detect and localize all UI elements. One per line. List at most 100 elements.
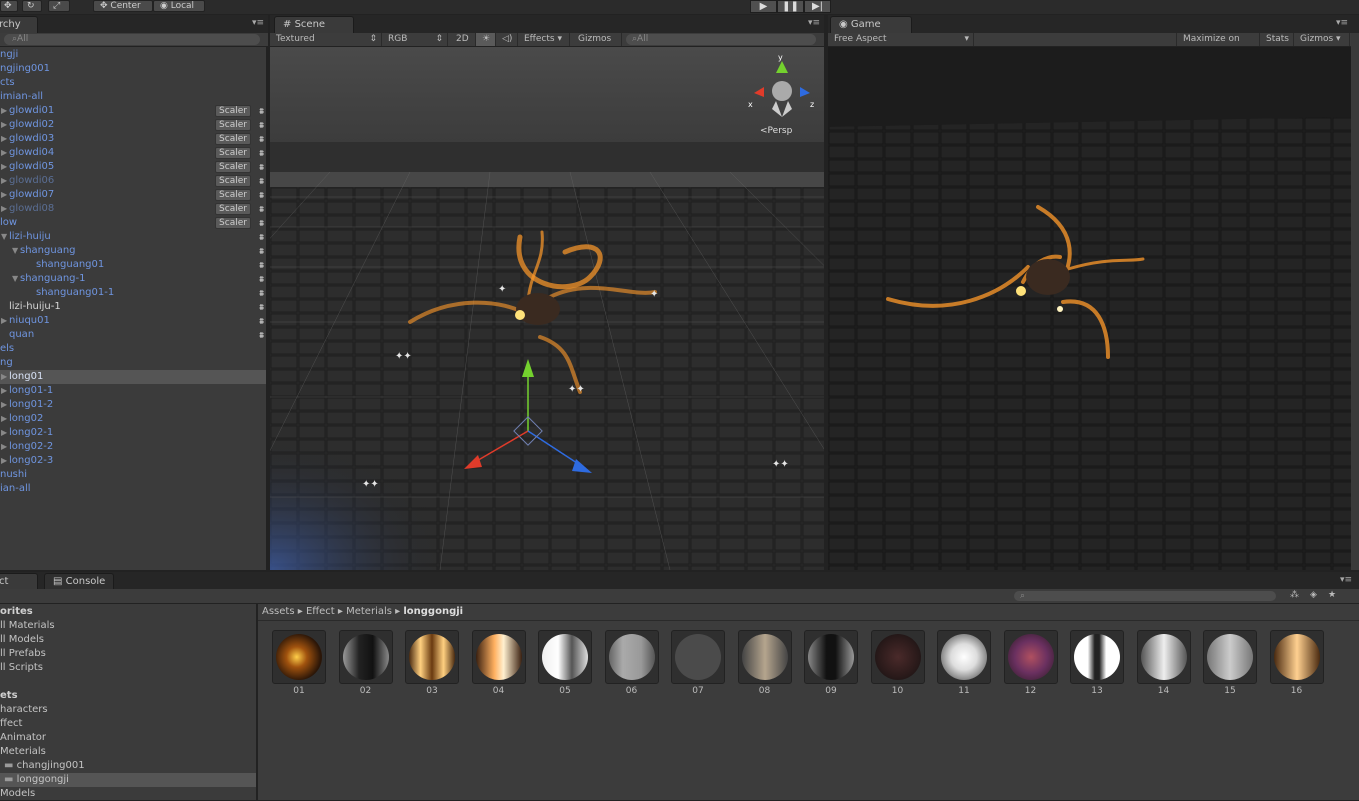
hierarchy-row[interactable]: ngjing001 xyxy=(0,62,266,76)
tab-console[interactable]: ▤ Console xyxy=(44,573,114,590)
scaler-button[interactable]: Scaler xyxy=(215,105,251,117)
hierarchy-row[interactable]: shanguang01 ⩩ xyxy=(0,258,266,272)
hierarchy-row[interactable]: els xyxy=(0,342,266,356)
expand-right-icon[interactable]: ▶ xyxy=(1,370,9,384)
toggle-2d-button[interactable]: 2D xyxy=(450,33,476,46)
expand-right-icon[interactable]: ▶ xyxy=(1,104,9,118)
hierarchy-row[interactable]: ▶ long01 xyxy=(0,370,266,384)
tab-game[interactable]: ◉ Game xyxy=(830,16,912,33)
hierarchy-row[interactable]: quan ⩩ xyxy=(0,328,266,342)
scaler-button[interactable]: Scaler xyxy=(215,175,251,187)
scaler-button[interactable]: Scaler xyxy=(215,133,251,145)
hierarchy-row[interactable]: ▶ long02-3 xyxy=(0,454,266,468)
asset-thumbnail[interactable] xyxy=(338,630,393,684)
scene-menu-icon[interactable]: ▾≡ xyxy=(808,18,820,28)
hierarchy-row[interactable]: ▶ niuqu01 ⩩ xyxy=(0,314,266,328)
rotate-tool-button[interactable]: ↻ xyxy=(22,0,42,12)
hierarchy-row[interactable]: ▼ shanguang-1 ⩩ xyxy=(0,272,266,286)
project-tree-item[interactable]: ll Prefabs xyxy=(0,647,256,661)
expand-right-icon[interactable]: ▶ xyxy=(1,118,9,132)
asset-thumbnail[interactable] xyxy=(1136,630,1191,684)
expand-right-icon[interactable]: ▶ xyxy=(1,440,9,454)
scene-view[interactable]: ✦ ✦ ✦✦ ✦✦ ✦✦ ✦✦ y x z <Persp xyxy=(270,47,824,570)
filter-type-icon[interactable]: ⁂ xyxy=(1290,590,1299,600)
hierarchy-row[interactable]: ▶ glowdi01 Scaler ⩩ xyxy=(0,104,266,118)
expand-right-icon[interactable]: ▶ xyxy=(1,384,9,398)
persp-toggle[interactable]: <Persp xyxy=(760,126,792,136)
maximize-on-play-toggle[interactable]: Maximize on Play xyxy=(1176,33,1260,57)
expand-right-icon[interactable]: ▶ xyxy=(1,314,9,328)
project-tree-item[interactable]: haracters xyxy=(0,703,256,717)
game-view[interactable] xyxy=(828,47,1351,570)
space-local-button[interactable]: ◉ Local xyxy=(153,0,205,12)
asset-thumbnail[interactable] xyxy=(604,630,659,684)
expand-right-icon[interactable]: ▶ xyxy=(1,174,9,188)
project-tree-item[interactable]: ll Scripts xyxy=(0,661,256,675)
expand-right-icon[interactable]: ▶ xyxy=(1,398,9,412)
scene-search-input[interactable]: ⌕All xyxy=(626,34,816,45)
hierarchy-row[interactable]: ▼ lizi-huiju ⩩ xyxy=(0,230,266,244)
breadcrumb-current[interactable]: longgongji xyxy=(403,606,463,617)
expand-right-icon[interactable]: ▶ xyxy=(1,202,9,216)
hierarchy-row[interactable]: cts xyxy=(0,76,266,90)
audio-toggle[interactable]: ◁) xyxy=(496,33,518,46)
hierarchy-row[interactable]: ng xyxy=(0,356,266,370)
expand-down-icon[interactable]: ▼ xyxy=(12,244,20,258)
asset-thumbnail[interactable] xyxy=(1003,630,1058,684)
hierarchy-row[interactable]: ▶ glowdi04 Scaler ⩩ xyxy=(0,146,266,160)
asset-thumbnail[interactable] xyxy=(937,630,991,684)
scene-gizmos-dropdown[interactable]: Gizmos ▾ xyxy=(572,33,622,57)
hierarchy-search-input[interactable]: ⌕All xyxy=(4,34,260,45)
project-tree-item[interactable]: Animator xyxy=(0,731,256,745)
asset-thumbnail[interactable] xyxy=(671,630,725,684)
stats-toggle[interactable]: Stats xyxy=(1260,33,1294,46)
tab-project[interactable]: ct xyxy=(0,573,38,590)
hierarchy-row[interactable]: ▶ glowdi07 Scaler ⩩ xyxy=(0,188,266,202)
expand-right-icon[interactable]: ▶ xyxy=(1,160,9,174)
asset-thumbnail[interactable] xyxy=(405,630,459,684)
favorite-star-icon[interactable]: ★ xyxy=(1328,590,1336,600)
scale-tool-button[interactable]: ⤢ xyxy=(48,0,70,12)
step-button[interactable]: ▶| xyxy=(804,0,831,13)
hierarchy-row[interactable]: ian-all xyxy=(0,482,266,496)
scaler-button[interactable]: Scaler xyxy=(215,161,251,173)
asset-thumbnail[interactable] xyxy=(1269,630,1324,684)
play-button[interactable]: ▶ xyxy=(750,0,777,13)
asset-thumbnail[interactable] xyxy=(804,630,858,684)
expand-right-icon[interactable]: ▶ xyxy=(1,454,9,468)
asset-thumbnail[interactable] xyxy=(1070,630,1124,684)
scene-viewport[interactable]: ✦ ✦✦✦ ✦✦✦✦✦✦ y x z xyxy=(270,47,824,570)
game-gizmos-dropdown[interactable]: Gizmos ▾ xyxy=(1294,33,1350,46)
expand-down-icon[interactable]: ▼ xyxy=(1,230,9,244)
asset-thumbnail[interactable] xyxy=(870,630,925,684)
hierarchy-row[interactable]: ▶ long01-1 xyxy=(0,384,266,398)
breadcrumb-item[interactable]: Meterials xyxy=(346,606,392,617)
hierarchy-row[interactable]: ▶ glowdi05 Scaler ⩩ xyxy=(0,160,266,174)
project-tree-item[interactable] xyxy=(0,675,256,689)
expand-right-icon[interactable]: ▶ xyxy=(1,426,9,440)
game-menu-icon[interactable]: ▾≡ xyxy=(1336,18,1348,28)
lighting-toggle[interactable]: ☀ xyxy=(476,33,496,46)
tab-hierarchy[interactable]: rchy xyxy=(0,16,38,33)
aspect-dropdown[interactable]: Free Aspect ▾ xyxy=(828,33,974,46)
tab-scene[interactable]: # Scene xyxy=(274,16,354,33)
project-menu-icon[interactable]: ▾≡ xyxy=(1340,575,1352,585)
project-search-input[interactable]: ⌕ xyxy=(1014,591,1276,601)
hierarchy-row[interactable]: ▶ long01-2 xyxy=(0,398,266,412)
asset-thumbnail[interactable] xyxy=(1203,630,1257,684)
hierarchy-row[interactable]: ▶ glowdi08 Scaler ⩩ xyxy=(0,202,266,216)
breadcrumb-item[interactable]: Assets xyxy=(262,606,295,617)
effects-dropdown[interactable]: Effects ▾ xyxy=(518,33,570,46)
right-scrollbar[interactable] xyxy=(1351,33,1359,570)
project-tree-item[interactable]: ll Models xyxy=(0,633,256,647)
scaler-button[interactable]: Scaler xyxy=(215,119,251,131)
hierarchy-row[interactable]: ▶ long02-1 xyxy=(0,426,266,440)
shading-mode-dropdown[interactable]: Textured ⇕ xyxy=(270,33,382,46)
breadcrumb-item[interactable]: Effect xyxy=(306,606,335,617)
scaler-button[interactable]: Scaler xyxy=(215,217,251,229)
project-tree-item[interactable]: ▬ longgongji xyxy=(0,773,256,787)
scaler-button[interactable]: Scaler xyxy=(215,189,251,201)
asset-thumbnail[interactable] xyxy=(538,630,592,684)
expand-right-icon[interactable]: ▶ xyxy=(1,412,9,426)
project-tree-item[interactable]: ▬ changjing001 xyxy=(0,759,256,773)
